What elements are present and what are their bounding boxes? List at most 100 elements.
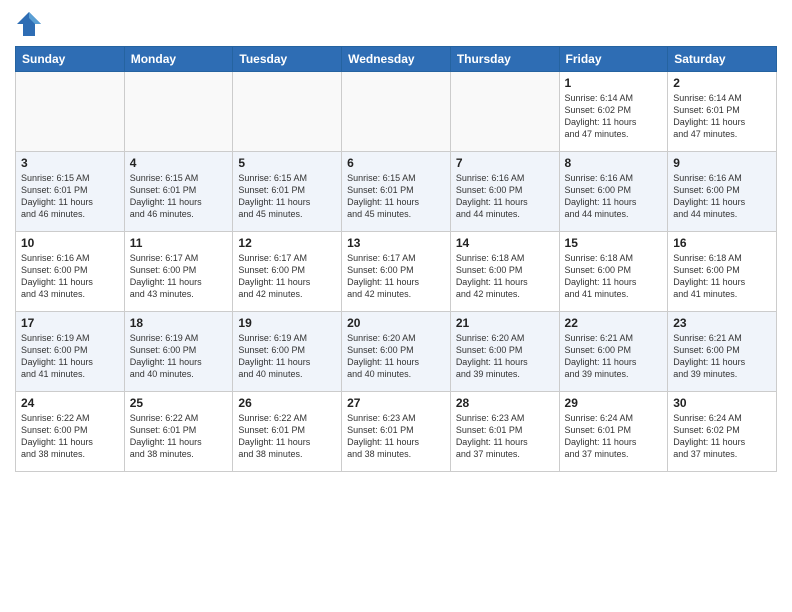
day-info: Sunrise: 6:15 AM Sunset: 6:01 PM Dayligh… xyxy=(21,172,119,221)
day-number: 15 xyxy=(565,236,663,250)
day-number: 30 xyxy=(673,396,771,410)
weekday-header-friday: Friday xyxy=(559,47,668,72)
calendar-table: SundayMondayTuesdayWednesdayThursdayFrid… xyxy=(15,46,777,472)
day-number: 8 xyxy=(565,156,663,170)
day-info: Sunrise: 6:14 AM Sunset: 6:01 PM Dayligh… xyxy=(673,92,771,141)
calendar-cell: 13Sunrise: 6:17 AM Sunset: 6:00 PM Dayli… xyxy=(342,232,451,312)
day-info: Sunrise: 6:15 AM Sunset: 6:01 PM Dayligh… xyxy=(347,172,445,221)
calendar-cell: 30 Sunrise: 6:24 AM Sunset: 6:02 PM Dayli… xyxy=(668,392,777,472)
day-number: 29 xyxy=(565,396,663,410)
day-number: 27 xyxy=(347,396,445,410)
calendar-cell: 17 Sunrise: 6:19 AM Sunset: 6:00 PM Dayli… xyxy=(16,312,125,392)
weekday-header-wednesday: Wednesday xyxy=(342,47,451,72)
day-number: 25 xyxy=(130,396,228,410)
day-number: 11 xyxy=(130,236,228,250)
calendar-cell xyxy=(16,72,125,152)
day-number: 13 xyxy=(347,236,445,250)
weekday-header-saturday: Saturday xyxy=(668,47,777,72)
weekday-header-row: SundayMondayTuesdayWednesdayThursdayFrid… xyxy=(16,47,777,72)
calendar-cell: 16 Sunrise: 6:18 AM Sunset: 6:00 PM Dayli… xyxy=(668,232,777,312)
calendar-cell: 21 Sunrise: 6:20 AM Sunset: 6:00 PM Dayli… xyxy=(450,312,559,392)
day-number: 2 xyxy=(673,76,771,90)
calendar-cell: 5 Sunrise: 6:15 AM Sunset: 6:01 PM Daylig… xyxy=(233,152,342,232)
day-number: 19 xyxy=(238,316,336,330)
calendar-cell xyxy=(124,72,233,152)
day-number: 5 xyxy=(238,156,336,170)
week-row-4: 17 Sunrise: 6:19 AM Sunset: 6:00 PM Dayli… xyxy=(16,312,777,392)
calendar-cell: 15 Sunrise: 6:18 AM Sunset: 6:00 PM Dayli… xyxy=(559,232,668,312)
calendar-cell: 19 Sunrise: 6:19 AM Sunset: 6:00 PM Dayli… xyxy=(233,312,342,392)
day-info: Sunrise: 6:24 AM Sunset: 6:02 PM Dayligh… xyxy=(673,412,771,461)
calendar-cell: 29 Sunrise: 6:24 AM Sunset: 6:01 PM Dayli… xyxy=(559,392,668,472)
calendar-cell: 23 Sunrise: 6:21 AM Sunset: 6:00 PM Dayli… xyxy=(668,312,777,392)
week-row-3: 10 Sunrise: 6:16 AM Sunset: 6:00 PM Dayli… xyxy=(16,232,777,312)
day-info: Sunrise: 6:24 AM Sunset: 6:01 PM Dayligh… xyxy=(565,412,663,461)
day-info: Sunrise: 6:23 AM Sunset: 6:01 PM Dayligh… xyxy=(347,412,445,461)
day-number: 7 xyxy=(456,156,554,170)
day-info: Sunrise: 6:15 AM Sunset: 6:01 PM Dayligh… xyxy=(130,172,228,221)
weekday-header-sunday: Sunday xyxy=(16,47,125,72)
day-number: 4 xyxy=(130,156,228,170)
day-info: Sunrise: 6:22 AM Sunset: 6:01 PM Dayligh… xyxy=(238,412,336,461)
day-info: Sunrise: 6:22 AM Sunset: 6:01 PM Dayligh… xyxy=(130,412,228,461)
day-number: 28 xyxy=(456,396,554,410)
day-number: 14 xyxy=(456,236,554,250)
day-number: 6 xyxy=(347,156,445,170)
day-info: Sunrise: 6:20 AM Sunset: 6:00 PM Dayligh… xyxy=(347,332,445,381)
calendar-cell: 8 Sunrise: 6:16 AM Sunset: 6:00 PM Daylig… xyxy=(559,152,668,232)
calendar-cell: 26Sunrise: 6:22 AM Sunset: 6:01 PM Dayli… xyxy=(233,392,342,472)
day-info: Sunrise: 6:18 AM Sunset: 6:00 PM Dayligh… xyxy=(673,252,771,301)
calendar-cell: 10 Sunrise: 6:16 AM Sunset: 6:00 PM Dayli… xyxy=(16,232,125,312)
day-number: 24 xyxy=(21,396,119,410)
calendar-cell: 27 Sunrise: 6:23 AM Sunset: 6:01 PM Dayli… xyxy=(342,392,451,472)
day-info: Sunrise: 6:18 AM Sunset: 6:00 PM Dayligh… xyxy=(565,252,663,301)
weekday-header-thursday: Thursday xyxy=(450,47,559,72)
day-number: 12 xyxy=(238,236,336,250)
day-info: Sunrise: 6:23 AM Sunset: 6:01 PM Dayligh… xyxy=(456,412,554,461)
day-info: Sunrise: 6:14 AM Sunset: 6:02 PM Dayligh… xyxy=(565,92,663,141)
day-number: 17 xyxy=(21,316,119,330)
day-info: Sunrise: 6:16 AM Sunset: 6:00 PM Dayligh… xyxy=(673,172,771,221)
day-number: 9 xyxy=(673,156,771,170)
week-row-2: 3 Sunrise: 6:15 AM Sunset: 6:01 PM Daylig… xyxy=(16,152,777,232)
calendar-cell: 1 Sunrise: 6:14 AM Sunset: 6:02 PM Daylig… xyxy=(559,72,668,152)
calendar-cell xyxy=(450,72,559,152)
weekday-header-tuesday: Tuesday xyxy=(233,47,342,72)
calendar-cell: 14Sunrise: 6:18 AM Sunset: 6:00 PM Dayli… xyxy=(450,232,559,312)
day-info: Sunrise: 6:19 AM Sunset: 6:00 PM Dayligh… xyxy=(21,332,119,381)
calendar-cell xyxy=(342,72,451,152)
calendar-cell: 12 Sunrise: 6:17 AM Sunset: 6:00 PM Dayli… xyxy=(233,232,342,312)
calendar-cell: 24 Sunrise: 6:22 AM Sunset: 6:00 PM Dayli… xyxy=(16,392,125,472)
calendar-cell: 11Sunrise: 6:17 AM Sunset: 6:00 PM Dayli… xyxy=(124,232,233,312)
calendar-cell: 2 Sunrise: 6:14 AM Sunset: 6:01 PM Daylig… xyxy=(668,72,777,152)
day-info: Sunrise: 6:22 AM Sunset: 6:00 PM Dayligh… xyxy=(21,412,119,461)
day-info: Sunrise: 6:19 AM Sunset: 6:00 PM Dayligh… xyxy=(238,332,336,381)
day-number: 16 xyxy=(673,236,771,250)
day-number: 22 xyxy=(565,316,663,330)
calendar-cell: 9 Sunrise: 6:16 AM Sunset: 6:00 PM Daylig… xyxy=(668,152,777,232)
day-number: 23 xyxy=(673,316,771,330)
day-number: 3 xyxy=(21,156,119,170)
day-number: 1 xyxy=(565,76,663,90)
day-number: 20 xyxy=(347,316,445,330)
day-info: Sunrise: 6:21 AM Sunset: 6:00 PM Dayligh… xyxy=(673,332,771,381)
day-number: 10 xyxy=(21,236,119,250)
calendar-cell: 22 Sunrise: 6:21 AM Sunset: 6:00 PM Dayli… xyxy=(559,312,668,392)
day-info: Sunrise: 6:19 AM Sunset: 6:00 PM Dayligh… xyxy=(130,332,228,381)
calendar-cell: 3 Sunrise: 6:15 AM Sunset: 6:01 PM Daylig… xyxy=(16,152,125,232)
day-number: 18 xyxy=(130,316,228,330)
weekday-header-monday: Monday xyxy=(124,47,233,72)
day-info: Sunrise: 6:16 AM Sunset: 6:00 PM Dayligh… xyxy=(565,172,663,221)
day-info: Sunrise: 6:16 AM Sunset: 6:00 PM Dayligh… xyxy=(21,252,119,301)
week-row-5: 24 Sunrise: 6:22 AM Sunset: 6:00 PM Dayli… xyxy=(16,392,777,472)
logo-icon xyxy=(15,10,43,38)
day-number: 21 xyxy=(456,316,554,330)
day-info: Sunrise: 6:21 AM Sunset: 6:00 PM Dayligh… xyxy=(565,332,663,381)
day-info: Sunrise: 6:16 AM Sunset: 6:00 PM Dayligh… xyxy=(456,172,554,221)
calendar-cell: 28 Sunrise: 6:23 AM Sunset: 6:01 PM Dayli… xyxy=(450,392,559,472)
day-info: Sunrise: 6:20 AM Sunset: 6:00 PM Dayligh… xyxy=(456,332,554,381)
logo xyxy=(15,10,47,38)
calendar-cell: 4 Sunrise: 6:15 AM Sunset: 6:01 PM Daylig… xyxy=(124,152,233,232)
day-info: Sunrise: 6:15 AM Sunset: 6:01 PM Dayligh… xyxy=(238,172,336,221)
day-info: Sunrise: 6:17 AM Sunset: 6:00 PM Dayligh… xyxy=(238,252,336,301)
